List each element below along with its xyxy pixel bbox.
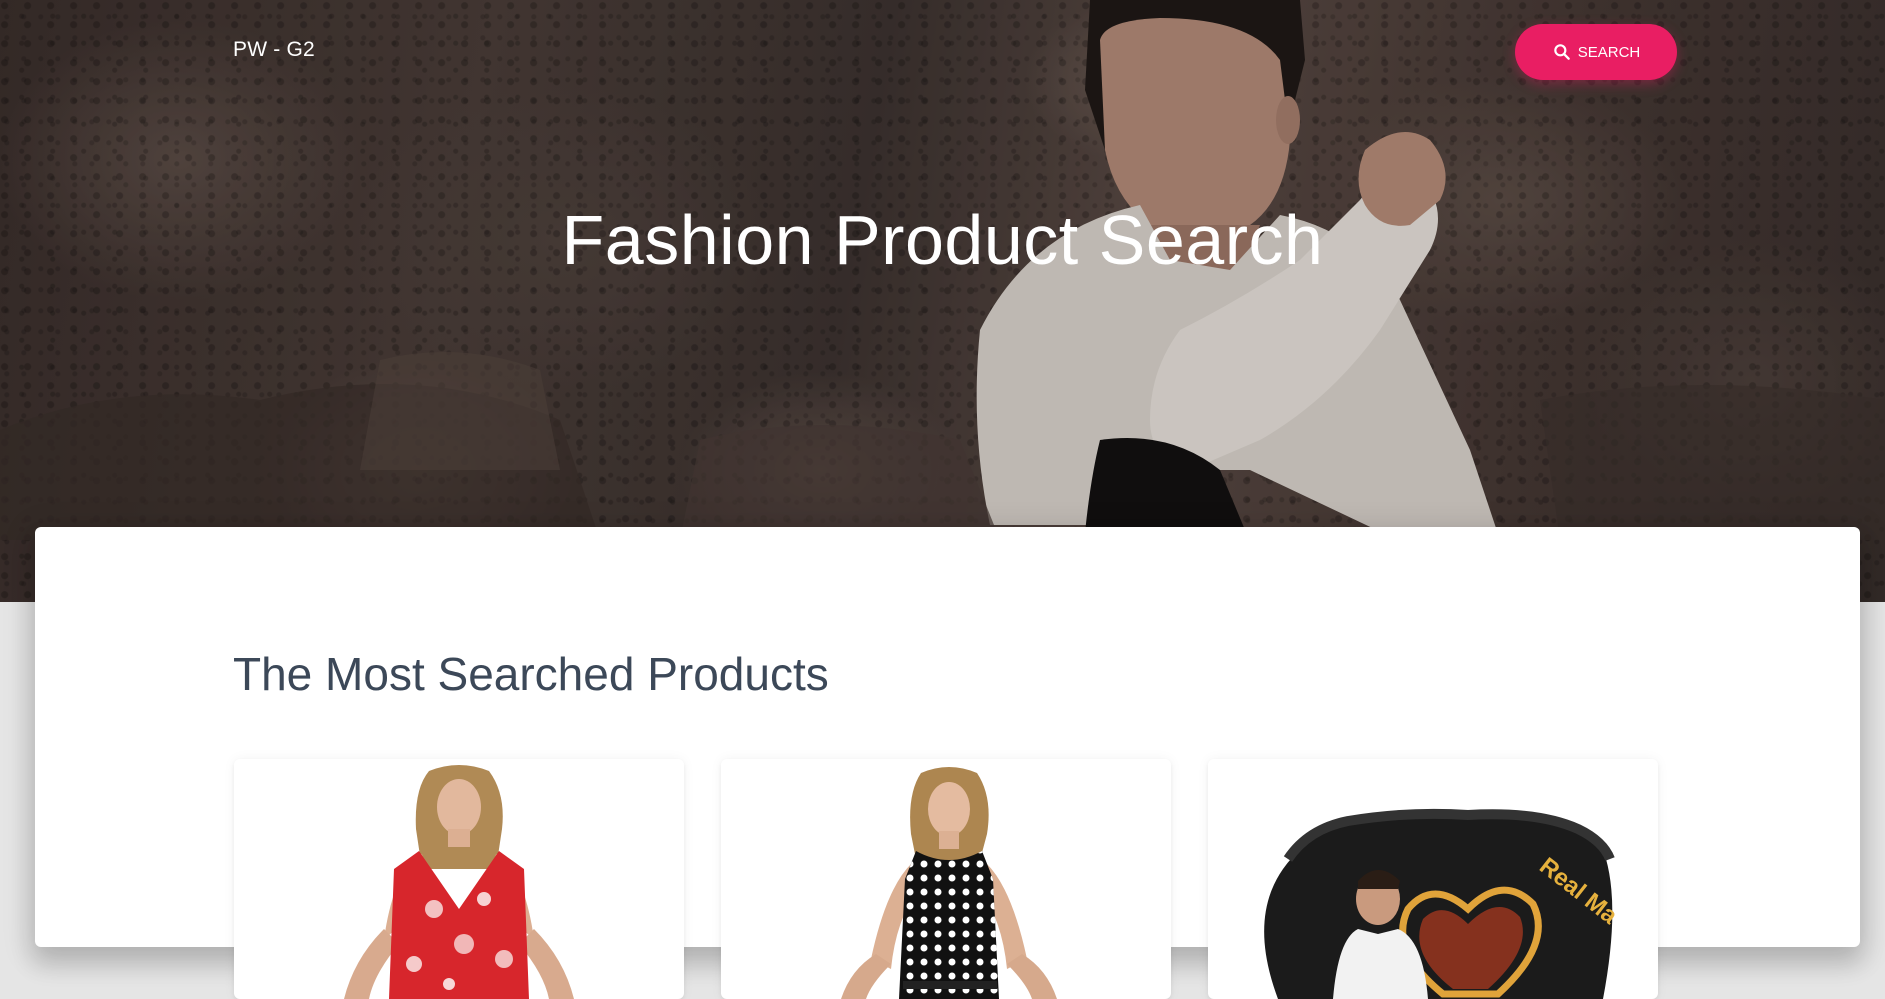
- section-title: The Most Searched Products: [233, 648, 829, 700]
- product-image-bag: Real Ma: [1264, 808, 1623, 999]
- search-icon: [1553, 44, 1570, 60]
- product-card[interactable]: [721, 759, 1171, 999]
- main-content: The Most Searched Products Real Ma: [35, 527, 1860, 999]
- hero-title: Fashion Product Search: [561, 201, 1324, 279]
- search-button-label: SEARCH: [1577, 43, 1641, 61]
- product-card[interactable]: [234, 759, 684, 999]
- product-image-black-dress: [841, 767, 1057, 999]
- product-image-red-dress: [344, 765, 574, 999]
- search-button[interactable]: SEARCH: [1515, 24, 1677, 80]
- product-card[interactable]: Real Ma: [1208, 759, 1658, 999]
- hero-header: PW - G2 SEARCH Fashion Product Search: [0, 0, 1885, 602]
- navbar: PW - G2 SEARCH: [0, 0, 1885, 102]
- brand-link[interactable]: PW - G2: [233, 38, 315, 62]
